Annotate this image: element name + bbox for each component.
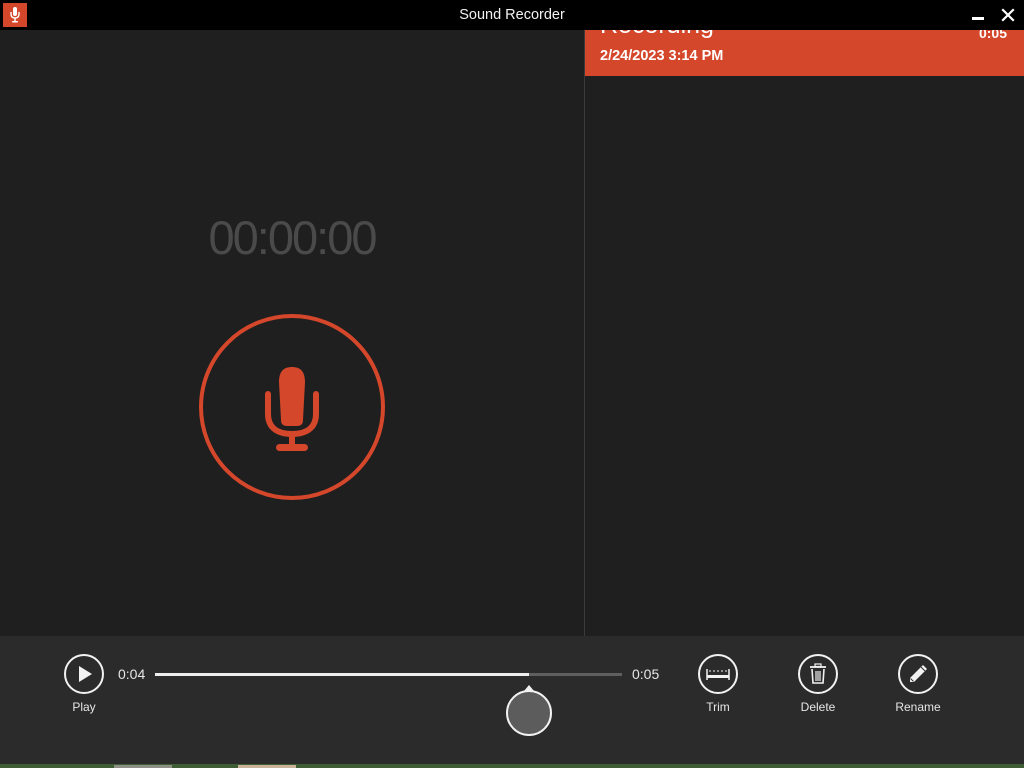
recordings-list: Recording 0:05 2/24/2023 3:14 PM: [585, 30, 1024, 636]
delete-button[interactable]: Delete: [788, 654, 848, 716]
rename-label: Rename: [895, 700, 941, 714]
microphone-icon: [265, 367, 319, 451]
record-button[interactable]: [197, 312, 387, 502]
seek-thumb[interactable]: [505, 685, 552, 736]
delete-button-ring[interactable]: [798, 654, 838, 694]
close-icon: [1001, 8, 1015, 22]
play-button-ring[interactable]: [64, 654, 104, 694]
seek-slider[interactable]: [155, 668, 622, 682]
pencil-icon: [910, 665, 927, 682]
seek-track[interactable]: [155, 673, 622, 676]
close-button[interactable]: [994, 0, 1022, 30]
play-button[interactable]: Play: [54, 654, 114, 716]
elapsed-time: 0:04: [118, 666, 146, 682]
trim-button-ring[interactable]: [698, 654, 738, 694]
recording-timer: 00:00:00: [208, 211, 378, 264]
total-time: 0:05: [632, 666, 660, 682]
app-bar: Play 0:04 0:05 Trim Delete Rename: [0, 636, 1024, 764]
rename-button[interactable]: Rename: [888, 654, 948, 716]
desktop-strip: [0, 764, 1024, 768]
recording-duration: 0:05: [978, 30, 1007, 41]
rename-button-ring[interactable]: [898, 654, 938, 694]
minimize-button[interactable]: [964, 0, 992, 30]
minimize-icon: [972, 17, 984, 20]
recorder-panel: 00:00:00: [0, 30, 584, 636]
trash-icon: [810, 663, 826, 684]
recording-name: Recording: [600, 30, 714, 38]
play-label: Play: [72, 700, 96, 714]
window-title: Sound Recorder: [459, 7, 565, 23]
play-icon: [79, 666, 92, 682]
delete-label: Delete: [800, 700, 836, 714]
app-microphone-icon[interactable]: [3, 3, 27, 27]
seek-fill: [155, 673, 529, 676]
trim-icon: [706, 669, 730, 680]
recording-item[interactable]: Recording 0:05 2/24/2023 3:14 PM: [585, 30, 1024, 76]
title-bar: Sound Recorder: [0, 0, 1024, 30]
recording-date: 2/24/2023 3:14 PM: [600, 48, 724, 64]
seek-pointer: [523, 685, 534, 691]
trim-label: Trim: [706, 700, 730, 714]
trim-button[interactable]: Trim: [688, 654, 748, 716]
